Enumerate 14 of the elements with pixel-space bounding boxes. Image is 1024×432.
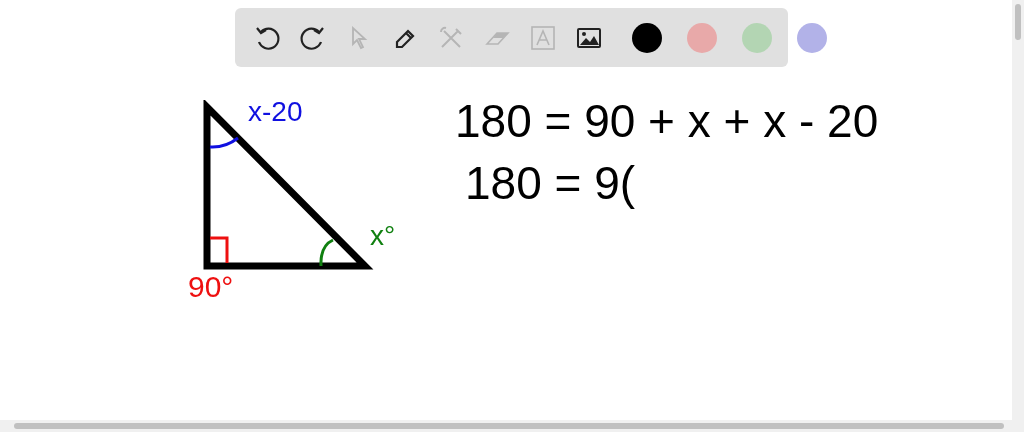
equation: 180 = 90 + x + x - 20	[455, 98, 879, 144]
right-angle-mark	[210, 236, 229, 263]
horizontal-scrollbar[interactable]	[0, 420, 1024, 432]
text-icon	[529, 23, 557, 52]
color-swatch[interactable]	[742, 22, 772, 53]
color-swatch[interactable]	[687, 22, 717, 53]
color-swatch[interactable]	[797, 22, 827, 53]
vertical-scrollbar[interactable]	[1012, 0, 1024, 420]
angle-label: x°	[370, 222, 396, 250]
color-swatch[interactable]	[632, 22, 662, 53]
angle-arc	[209, 136, 239, 149]
angle-label: x-20	[248, 98, 303, 126]
angle-label: 90°	[188, 272, 234, 302]
angle-arc	[319, 238, 334, 267]
